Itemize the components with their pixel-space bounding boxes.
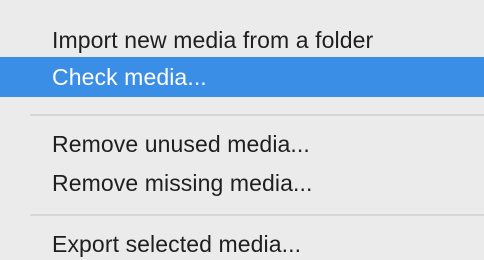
menu-item-remove-unused-media[interactable]: Remove unused media... <box>0 124 484 164</box>
menu-item-import-new-media[interactable]: Import new media from a folder <box>0 20 484 60</box>
menu-separator <box>30 214 484 216</box>
menu-separator <box>30 114 484 116</box>
menu-item-remove-missing-media[interactable]: Remove missing media... <box>0 163 484 203</box>
menu-item-export-selected-media[interactable]: Export selected media... <box>0 224 484 260</box>
context-menu: Import new media from a folder Check med… <box>0 0 484 260</box>
menu-item-check-media[interactable]: Check media... <box>0 57 484 97</box>
